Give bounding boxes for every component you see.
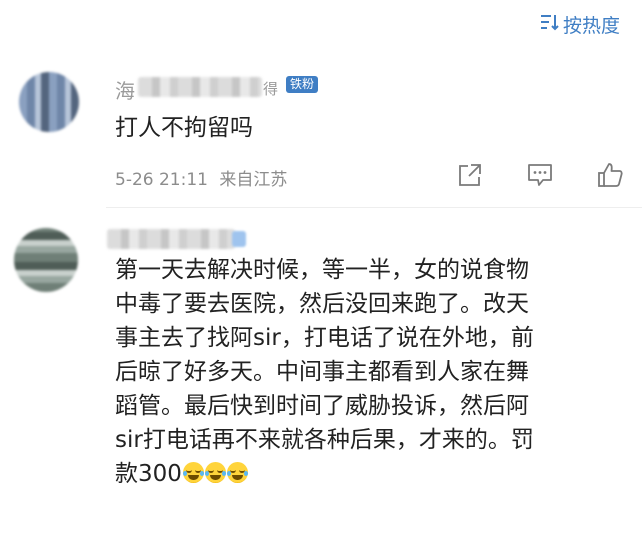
comment-text: 第一天去解决时候，等一半，女的说食物 中毒了要去医院，然后没回来跑了。改天 事主… [115,253,534,491]
comment-divider [106,207,642,208]
fan-badge: 铁粉 [286,76,319,93]
share-icon[interactable] [455,160,485,190]
comment-text-line: 后晾了好多天。中间事主都看到人家在舞 [115,359,529,385]
laugh-cry-emoji [226,462,248,483]
laugh-cry-emoji [204,462,226,483]
comment-text-line: 第一天去解决时候，等一半，女的说食物 [115,257,529,283]
laugh-cry-emoji [182,462,204,483]
comment-meta: 5-26 21:11 来自江苏 [115,165,287,190]
sort-icon [539,12,563,37]
sort-label: 按热度 [562,15,620,37]
comment-text-line-last: 款300 [115,457,534,491]
comment-text-tail: 款300 [115,461,182,487]
like-icon[interactable] [595,160,625,190]
comment-icon[interactable] [525,160,555,190]
comment-list: 按热度 海 得 铁粉 打人不拘留吗 5-26 21:11 来自江苏 第一天去解决… [0,0,642,540]
comment-time: 5-26 21:11 [115,170,208,190]
user-badge-blurred [232,231,246,247]
comment-actions [455,160,625,190]
avatar[interactable] [14,228,78,292]
avatar[interactable] [19,72,79,132]
username-blurred [107,229,235,249]
username-blurred [138,77,262,97]
comment-text-line: 蹈管。最后快到时间了威胁投诉，然后阿 [115,393,529,419]
comment-text: 打人不拘留吗 [115,115,253,141]
comment-text-line: 事主去了找阿sir，打电话了说在外地，前 [115,325,534,351]
username-suffix[interactable]: 得 [263,78,278,99]
comment-text-line: 中毒了要去医院，然后没回来跑了。改天 [115,291,529,317]
sort-by-heat-button[interactable]: 按热度 [539,11,620,38]
comment-location: 来自江苏 [219,170,288,190]
comment-text-line: sir打电话再不来就各种后果，才来的。罚 [115,427,534,453]
username-prefix[interactable]: 海 [115,75,135,104]
